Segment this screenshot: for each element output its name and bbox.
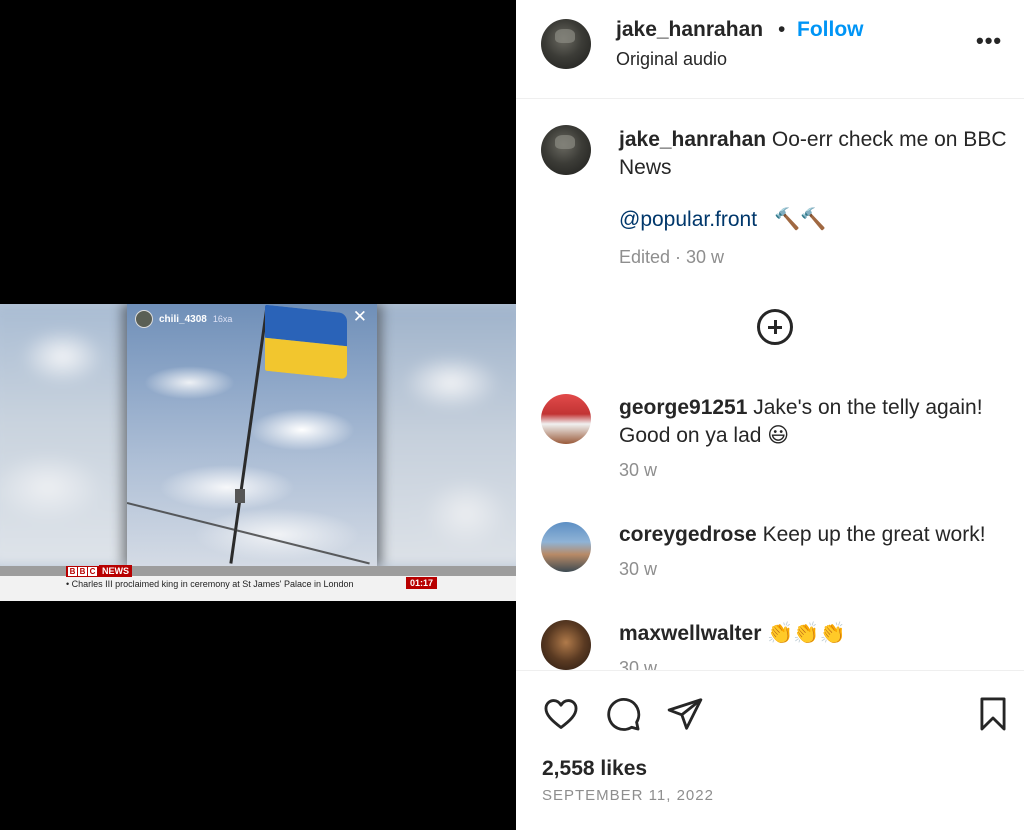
mast-box — [235, 489, 245, 503]
caption: jake_hanrahan Oo-err check me on BBC New… — [619, 126, 1009, 182]
blurred-background-right — [376, 304, 516, 566]
hammer-emoji: 🔨🔨 — [774, 208, 827, 231]
bbc-letter: B — [68, 566, 77, 576]
bookmark-icon[interactable] — [974, 695, 1012, 733]
post-panel: jake_hanrahan • Follow Original audio ••… — [516, 0, 1024, 830]
story-close-icon: ✕ — [352, 307, 367, 326]
commenter-avatar[interactable] — [541, 394, 591, 444]
media-pane[interactable]: chili_4308 16xa ··· ✕ B B C NEWS • Charl… — [0, 0, 516, 830]
audio-link[interactable]: Original audio — [616, 49, 727, 70]
post-date[interactable]: SEPTEMBER 11, 2022 — [542, 787, 714, 804]
ukraine-flag — [265, 304, 347, 380]
comment-text: 👏👏👏 — [761, 622, 846, 645]
commenter-avatar[interactable] — [541, 620, 591, 670]
story-header: chili_4308 16xa — [135, 310, 232, 328]
follow-button[interactable]: Follow — [797, 18, 864, 42]
video-frame[interactable]: chili_4308 16xa ··· ✕ B B C NEWS • Charl… — [0, 304, 516, 601]
paper-plane-icon[interactable] — [666, 695, 704, 733]
story-time: 16xa — [212, 314, 233, 324]
bbc-letter: C — [88, 566, 97, 576]
heart-icon[interactable] — [542, 695, 580, 733]
comment-item: maxwellwalter 👏👏👏 — [619, 620, 1014, 648]
blurred-background-left — [0, 304, 135, 566]
commenter-avatar[interactable] — [541, 522, 591, 572]
bbc-news-logo: B B C NEWS — [66, 565, 132, 577]
story-screenshot: chili_4308 16xa ··· ✕ — [127, 304, 377, 566]
flag-pole — [229, 309, 268, 564]
comment-username[interactable]: maxwellwalter — [619, 622, 761, 645]
comment-username[interactable]: george91251 — [619, 396, 747, 419]
caption-username[interactable]: jake_hanrahan — [619, 128, 766, 151]
more-options-icon[interactable]: ••• — [976, 28, 1002, 54]
mention-link[interactable]: @popular.front — [619, 208, 757, 232]
post-header: jake_hanrahan • Follow Original audio ••… — [516, 0, 1024, 99]
caption-avatar[interactable] — [541, 125, 591, 175]
bbc-news-label: NEWS — [99, 565, 132, 577]
author-avatar[interactable] — [541, 19, 591, 69]
comment-time: 30 w — [619, 460, 658, 480]
ticker-headline: • Charles III proclaimed king in ceremon… — [66, 579, 354, 589]
likes-count[interactable]: 2,558 likes — [542, 757, 647, 781]
bbc-letter: B — [78, 566, 87, 576]
ticker-clock: 01:17 — [406, 577, 438, 589]
comment-username[interactable]: coreygedrose — [619, 523, 757, 546]
comment-item: coreygedrose Keep up the great work! — [619, 521, 1014, 549]
comment-item: george91251 Jake's on the telly again! G… — [619, 394, 1014, 450]
comments-list[interactable]: jake_hanrahan Oo-err check me on BBC New… — [516, 100, 1024, 670]
comment-time: 30 w — [619, 658, 658, 670]
story-avatar — [135, 310, 153, 328]
caption-meta: Edited · 30 w — [619, 247, 725, 267]
story-username: chili_4308 — [159, 313, 207, 325]
rigging-wire — [127, 502, 370, 565]
comment-time: 30 w — [619, 559, 658, 579]
separator-dot: • — [778, 18, 786, 41]
action-bar: 2,558 likes SEPTEMBER 11, 2022 — [516, 670, 1024, 830]
comment-icon[interactable] — [604, 695, 642, 733]
comment-text: Keep up the great work! — [756, 523, 986, 546]
author-username[interactable]: jake_hanrahan — [616, 18, 763, 42]
load-more-comments-icon[interactable] — [757, 309, 793, 345]
